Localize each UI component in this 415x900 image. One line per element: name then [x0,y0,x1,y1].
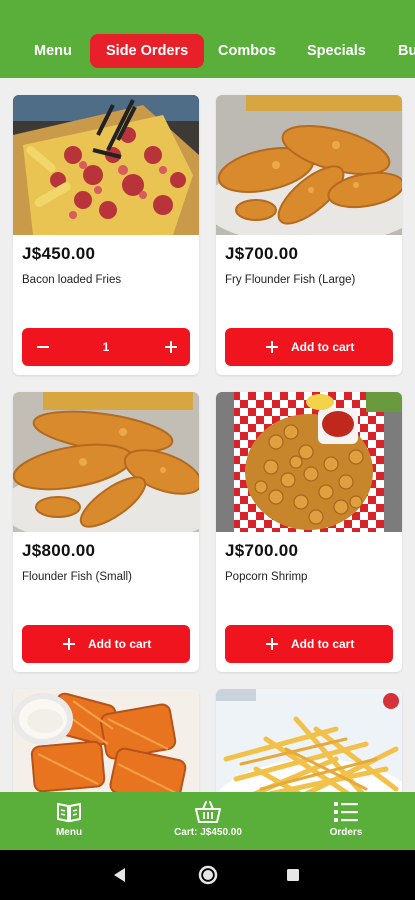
add-to-cart-button[interactable]: Add to cart [22,625,190,663]
plus-icon[interactable] [162,338,180,356]
product-name: Fry Flounder Fish (Large) [225,274,356,286]
product-grid: J$450.00 Bacon loaded Fries 1 J$700.00 F… [0,78,415,792]
product-price: J$700.00 [225,541,299,560]
list-icon [334,802,358,822]
nav-menu[interactable]: Menu [40,792,98,850]
bacon-loaded-fries-photo [13,95,199,235]
book-icon [57,802,81,823]
add-to-cart-button[interactable]: Add to cart [225,328,393,366]
quantity-stepper: 1 [22,328,190,366]
product-card[interactable]: J$800.00 Flounder Fish (Small) Add to ca… [13,392,199,672]
popcorn-shrimp-photo [216,392,402,532]
tab-side-orders[interactable]: Side Orders [90,34,205,68]
product-card[interactable]: J$700.00 Fry Flounder Fish (Large) Add t… [216,95,402,375]
nav-menu-label: Menu [55,827,83,838]
bottom-nav: Menu Cart: J$450.00 Orders [0,792,415,850]
tab-bu[interactable]: Bu [398,34,415,68]
system-nav-bar [0,850,415,900]
recents-icon[interactable] [286,868,300,882]
category-bar: Menu Side Orders Combos Specials Bu [0,0,415,78]
tab-combos[interactable]: Combos [218,34,276,68]
plus-icon [63,638,75,650]
product-name: Bacon loaded Fries [22,274,122,286]
waffle-fries-photo [13,689,199,792]
nav-orders-label: Orders [329,827,363,838]
add-to-cart-button[interactable]: Add to cart [225,625,393,663]
basket-icon [195,801,221,823]
product-price: J$700.00 [225,244,299,263]
nav-cart-label: Cart: J$450.00 [174,827,242,838]
back-icon[interactable] [112,867,128,883]
nav-cart[interactable]: Cart: J$450.00 [158,792,258,850]
french-fries-photo [216,689,402,792]
product-card[interactable]: J$700.00 Popcorn Shrimp Add to cart [216,392,402,672]
tab-menu[interactable]: Menu [34,34,72,68]
product-card[interactable] [216,689,402,792]
fried-flounder-photo [216,95,402,235]
fried-flounder-photo [13,392,199,532]
product-name: Popcorn Shrimp [225,571,308,583]
add-to-cart-label: Add to cart [88,637,152,651]
product-card[interactable] [13,689,199,792]
plus-icon [266,638,278,650]
product-card[interactable]: J$450.00 Bacon loaded Fries 1 [13,95,199,375]
product-price: J$450.00 [22,244,96,263]
category-tabs: Menu Side Orders Combos Specials Bu [0,34,415,68]
home-icon[interactable] [197,864,219,886]
product-name: Flounder Fish (Small) [22,571,132,583]
tab-specials[interactable]: Specials [307,34,366,68]
add-to-cart-label: Add to cart [291,637,355,651]
add-to-cart-label: Add to cart [291,340,355,354]
product-price: J$800.00 [22,541,96,560]
plus-icon [266,341,278,353]
nav-orders[interactable]: Orders [317,792,375,850]
